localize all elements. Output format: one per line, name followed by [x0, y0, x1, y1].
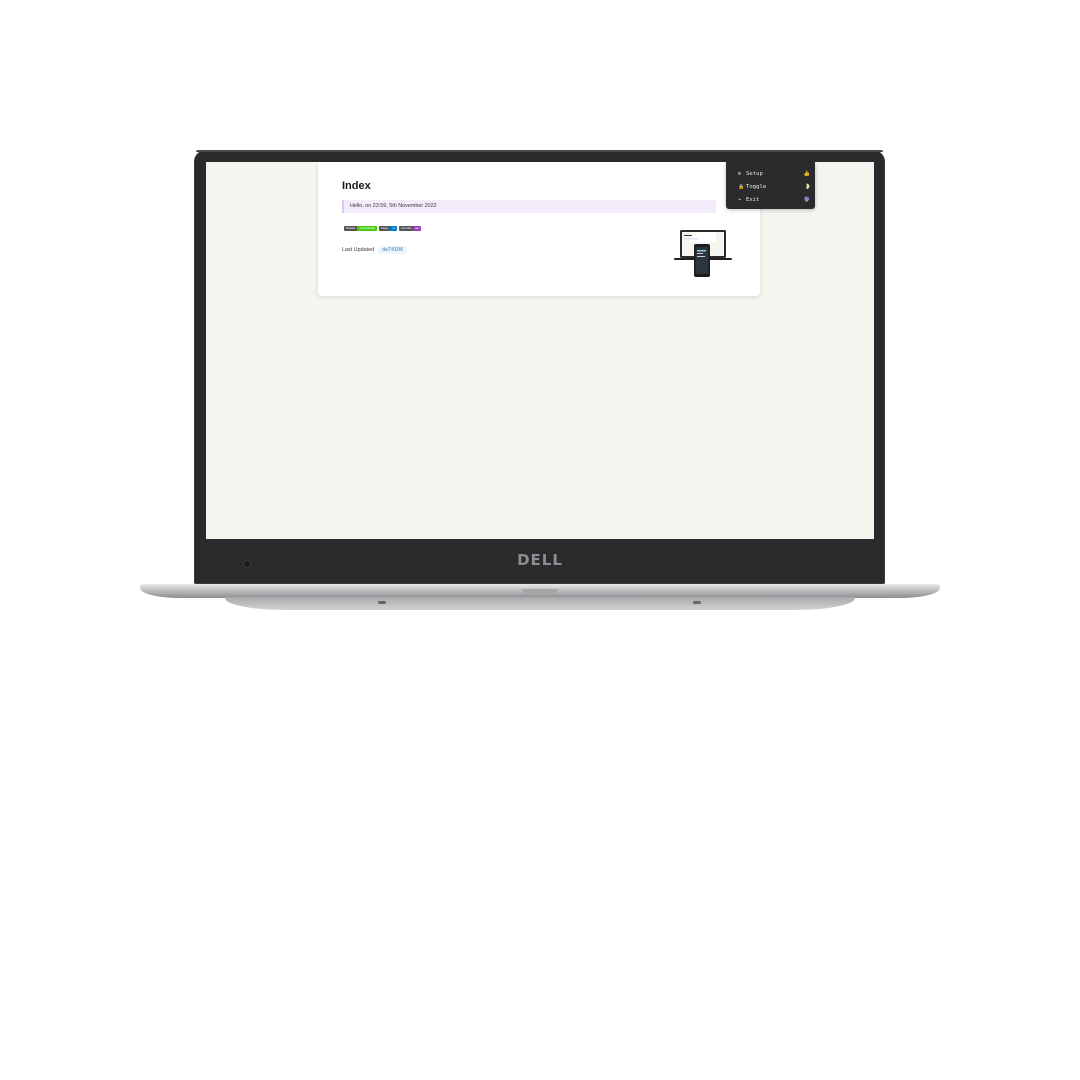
badge-value: v4	[390, 226, 398, 231]
website-badge[interactable]: Website online/update	[344, 226, 377, 231]
dropdown-menu: ⚙ Setup 👍 🔒 Toggle 🌓 ➔ Exit 🔮	[726, 162, 815, 209]
greeting-banner: Hello, on 23:59, 5th November 2022	[342, 200, 716, 213]
last-updated-label: Last Updated	[342, 247, 375, 253]
device-preview-image	[674, 230, 732, 277]
dell-logo: DELL	[517, 551, 563, 569]
laptop-foot-right	[693, 601, 701, 604]
thumbs-up-icon: 👍	[803, 170, 811, 177]
badge-value: dev	[413, 226, 422, 231]
badge-row: Website online/update Pages v4 Commits d…	[344, 226, 422, 231]
laptop-base-underside	[225, 597, 855, 610]
page-card: Index Hello, on 23:59, 5th November 2022…	[318, 162, 760, 296]
menu-item-toggle[interactable]: 🔒 Toggle 🌓	[726, 180, 815, 193]
last-updated: Last Updated de74106	[342, 246, 408, 254]
pages-badge[interactable]: Pages v4	[378, 226, 398, 231]
menu-item-setup[interactable]: ⚙ Setup 👍	[726, 167, 815, 180]
half-moon-icon: 🌓	[803, 183, 811, 190]
commit-hash-link[interactable]: de74106	[378, 246, 408, 254]
menu-item-exit[interactable]: ➔ Exit 🔮	[726, 193, 815, 206]
badge-key: Commits	[399, 226, 414, 231]
commits-badge[interactable]: Commits dev	[399, 226, 422, 231]
badge-key: Website	[344, 226, 358, 231]
badge-value: online/update	[357, 226, 377, 231]
exit-arrow-icon: ➔	[738, 196, 742, 203]
page-title: Index	[342, 180, 371, 192]
lock-icon: 🔒	[738, 183, 745, 190]
gear-icon: ⚙	[738, 170, 742, 177]
badge-key: Pages	[378, 226, 391, 231]
crystal-ball-icon: 🔮	[803, 196, 811, 203]
menu-item-label: Toggle	[746, 183, 767, 190]
laptop-lid-edge	[196, 150, 883, 152]
menu-item-label: Exit	[746, 196, 760, 203]
laptop-foot-left	[378, 601, 386, 604]
webcam-indicator	[244, 561, 250, 567]
laptop-screen: Index Hello, on 23:59, 5th November 2022…	[206, 162, 874, 539]
menu-item-label: Setup	[746, 170, 763, 177]
laptop-base-notch	[522, 589, 558, 593]
